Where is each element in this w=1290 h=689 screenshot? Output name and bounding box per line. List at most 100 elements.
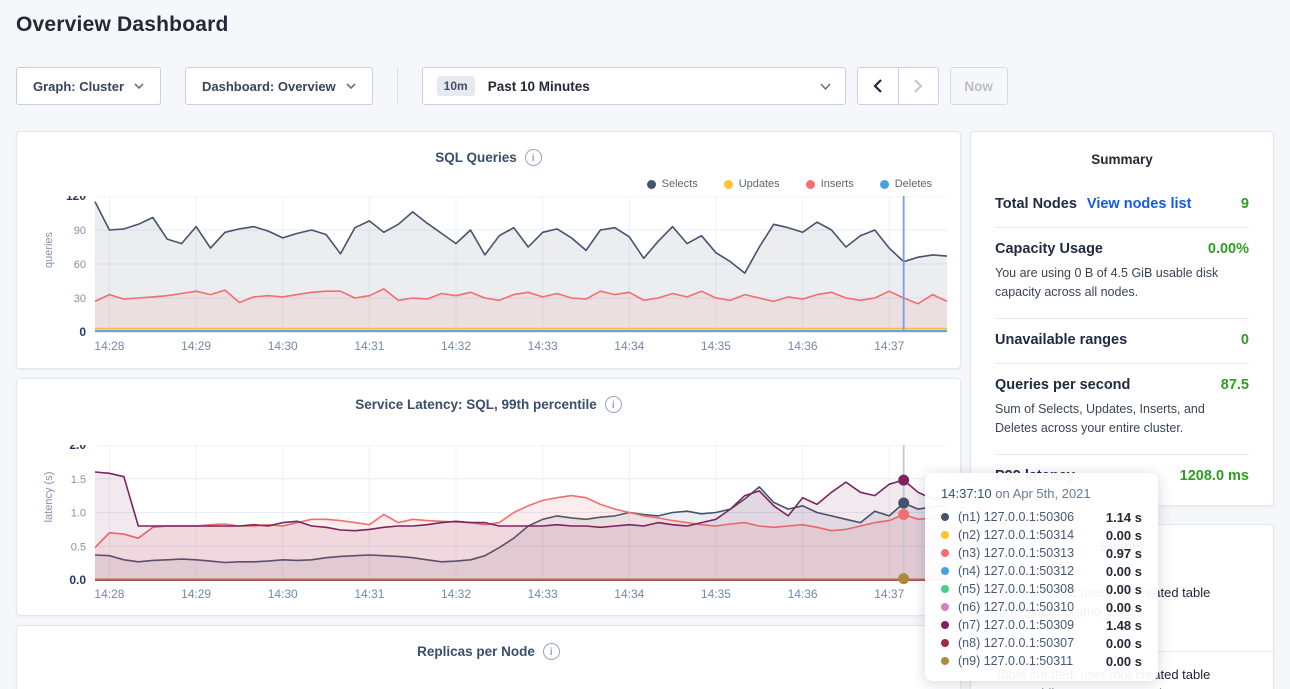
tooltip-node-label: (n1) 127.0.0.1:50306 [958,510,1074,524]
chart-header: Replicas per Node i [17,626,960,660]
chart-header: Service Latency: SQL, 99th percentile i [17,379,960,413]
svg-text:14:33: 14:33 [528,339,558,353]
page-title: Overview Dashboard [16,13,229,37]
summary-metric-label: Capacity Usage [995,241,1103,257]
summary-metric-description: You are using 0 B of 4.5 GiB usable disk… [995,264,1249,303]
svg-text:14:30: 14:30 [268,587,298,601]
summary-metric-value: 0.00% [1208,241,1249,257]
summary-metric-label: Queries per second [995,377,1130,393]
overview-dashboard-page: Overview Dashboard Graph: Cluster Dashbo… [0,0,1290,689]
series-dot-icon [941,567,949,575]
svg-text:2.0: 2.0 [69,445,86,452]
summary-row: Total Nodes View nodes list 9 [995,183,1249,227]
svg-text:0.5: 0.5 [71,541,86,553]
legend-item-updates[interactable]: Updates [724,178,780,190]
legend-label: Inserts [821,178,854,190]
svg-text:14:31: 14:31 [354,339,384,353]
tooltip-latency-value: 1.48 s [1106,618,1142,633]
svg-text:14:32: 14:32 [441,339,471,353]
summary-row: Queries per second87.5Sum of Selects, Up… [995,363,1249,454]
tooltip-rows: (n1) 127.0.0.1:503061.14 s(n2) 127.0.0.1… [941,508,1142,670]
chart-header: SQL Queries i [17,132,960,166]
dashboard-dropdown[interactable]: Dashboard: Overview [185,67,373,105]
tooltip-node-label: (n2) 127.0.0.1:50314 [958,528,1074,542]
svg-text:14:29: 14:29 [181,587,211,601]
series-dot-icon [941,657,949,665]
legend-label: Deletes [895,178,932,190]
now-button[interactable]: Now [950,67,1008,105]
tooltip-timestamp: 14:37:10 on Apr 5th, 2021 [941,486,1142,501]
time-prev-button[interactable] [858,68,898,104]
svg-text:14:34: 14:34 [614,587,644,601]
legend-dot-icon [724,180,733,189]
chevron-down-icon [346,83,356,89]
graph-scope-label: Graph: Cluster [33,79,124,94]
view-nodes-list-link[interactable]: View nodes list [1087,196,1192,212]
svg-text:14:36: 14:36 [788,587,818,601]
toolbar-divider [397,67,398,105]
service-latency-chart-card: Service Latency: SQL, 99th percentile i … [16,378,961,616]
legend-item-deletes[interactable]: Deletes [880,178,932,190]
series-dot-icon [941,621,949,629]
info-icon[interactable]: i [525,149,542,166]
summary-rows: Total Nodes View nodes list 9 Capacity Usag… [995,183,1249,499]
series-dot-icon [941,513,949,521]
tooltip-latency-value: 0.00 s [1106,654,1142,669]
legend-label: Selects [662,178,698,190]
summary-row-line: Queries per second 87.5 [995,377,1249,393]
svg-text:1.0: 1.0 [71,508,86,520]
svg-text:14:33: 14:33 [528,587,558,601]
time-next-button[interactable] [898,68,938,104]
time-step-buttons [857,67,939,105]
svg-text:120: 120 [66,196,86,203]
tooltip-node-label: (n4) 127.0.0.1:50312 [958,564,1074,578]
legend-item-selects[interactable]: Selects [647,178,698,190]
summary-metric-value: 9 [1241,196,1249,212]
tooltip-row: (n2) 127.0.0.1:503140.00 s [941,526,1142,544]
sql-queries-chart-card: SQL Queries i Selects Updates Inserts Delet… [16,131,961,369]
tooltip-row: (n4) 127.0.0.1:50312 0.00 s [941,562,1142,580]
graph-scope-dropdown[interactable]: Graph: Cluster [16,67,161,105]
time-range-badge: 10m [437,76,475,96]
svg-text:14:32: 14:32 [441,587,471,601]
svg-text:14:37: 14:37 [874,587,904,601]
tooltip-node-label: (n3) 127.0.0.1:50313 [958,546,1074,560]
tooltip-latency-value: 1.14 s [1106,510,1142,525]
tooltip-row: (n8) 127.0.0.1:503070.00 s [941,634,1142,652]
event-text-line: movr.public.user_promo_codes [995,684,1253,689]
summary-metric-value: 87.5 [1221,377,1249,393]
tooltip-row: (n3) 127.0.0.1:503130.97 s [941,544,1142,562]
legend-item-inserts[interactable]: Inserts [806,178,854,190]
tooltip-row: (n6) 127.0.0.1:503100.00 s [941,598,1142,616]
summary-metric-label: Total Nodes [995,196,1077,212]
sql-queries-plot[interactable]: 14:2814:2914:3014:3114:3214:3314:3414:35… [33,196,953,365]
tooltip-latency-value: 0.00 s [1106,636,1142,651]
chart-title: Replicas per Node [417,644,535,659]
time-range-label: Past 10 Minutes [488,79,590,94]
charts-column: SQL Queries i Selects Updates Inserts Delet… [16,131,961,689]
time-range-selector[interactable]: 10m Past 10 Minutes [422,67,846,105]
summary-title: Summary [995,152,1249,183]
svg-text:30: 30 [74,293,86,305]
info-icon[interactable]: i [543,643,560,660]
service-latency-plot[interactable]: 14:2814:2914:3014:3114:3214:3314:3414:35… [33,445,953,613]
chart-hover-tooltip: 14:37:10 on Apr 5th, 2021 (n1) 127.0.0.1… [925,473,1158,681]
svg-text:14:28: 14:28 [94,587,124,601]
svg-text:14:34: 14:34 [614,339,644,353]
tooltip-latency-value: 0.00 s [1106,564,1142,579]
chart-title: Service Latency: SQL, 99th percentile [355,397,597,412]
toolbar: Graph: Cluster Dashboard: Overview 10m P… [16,67,1274,105]
tooltip-row: (n7) 127.0.0.1:503091.48 s [941,616,1142,634]
summary-row: Capacity Usage 0.00% You are using 0 B of … [995,227,1249,318]
info-icon[interactable]: i [605,396,622,413]
tooltip-latency-value: 0.00 s [1106,582,1142,597]
chevron-right-icon [914,79,923,93]
series-dot-icon [941,549,949,557]
svg-text:0.0: 0.0 [69,573,86,587]
svg-text:14:35: 14:35 [701,339,731,353]
tooltip-latency-value: 0.00 s [1106,600,1142,615]
svg-text:14:28: 14:28 [94,339,124,353]
tooltip-date: on Apr 5th, 2021 [992,486,1091,501]
legend-dot-icon [647,180,656,189]
svg-text:0: 0 [79,325,86,339]
